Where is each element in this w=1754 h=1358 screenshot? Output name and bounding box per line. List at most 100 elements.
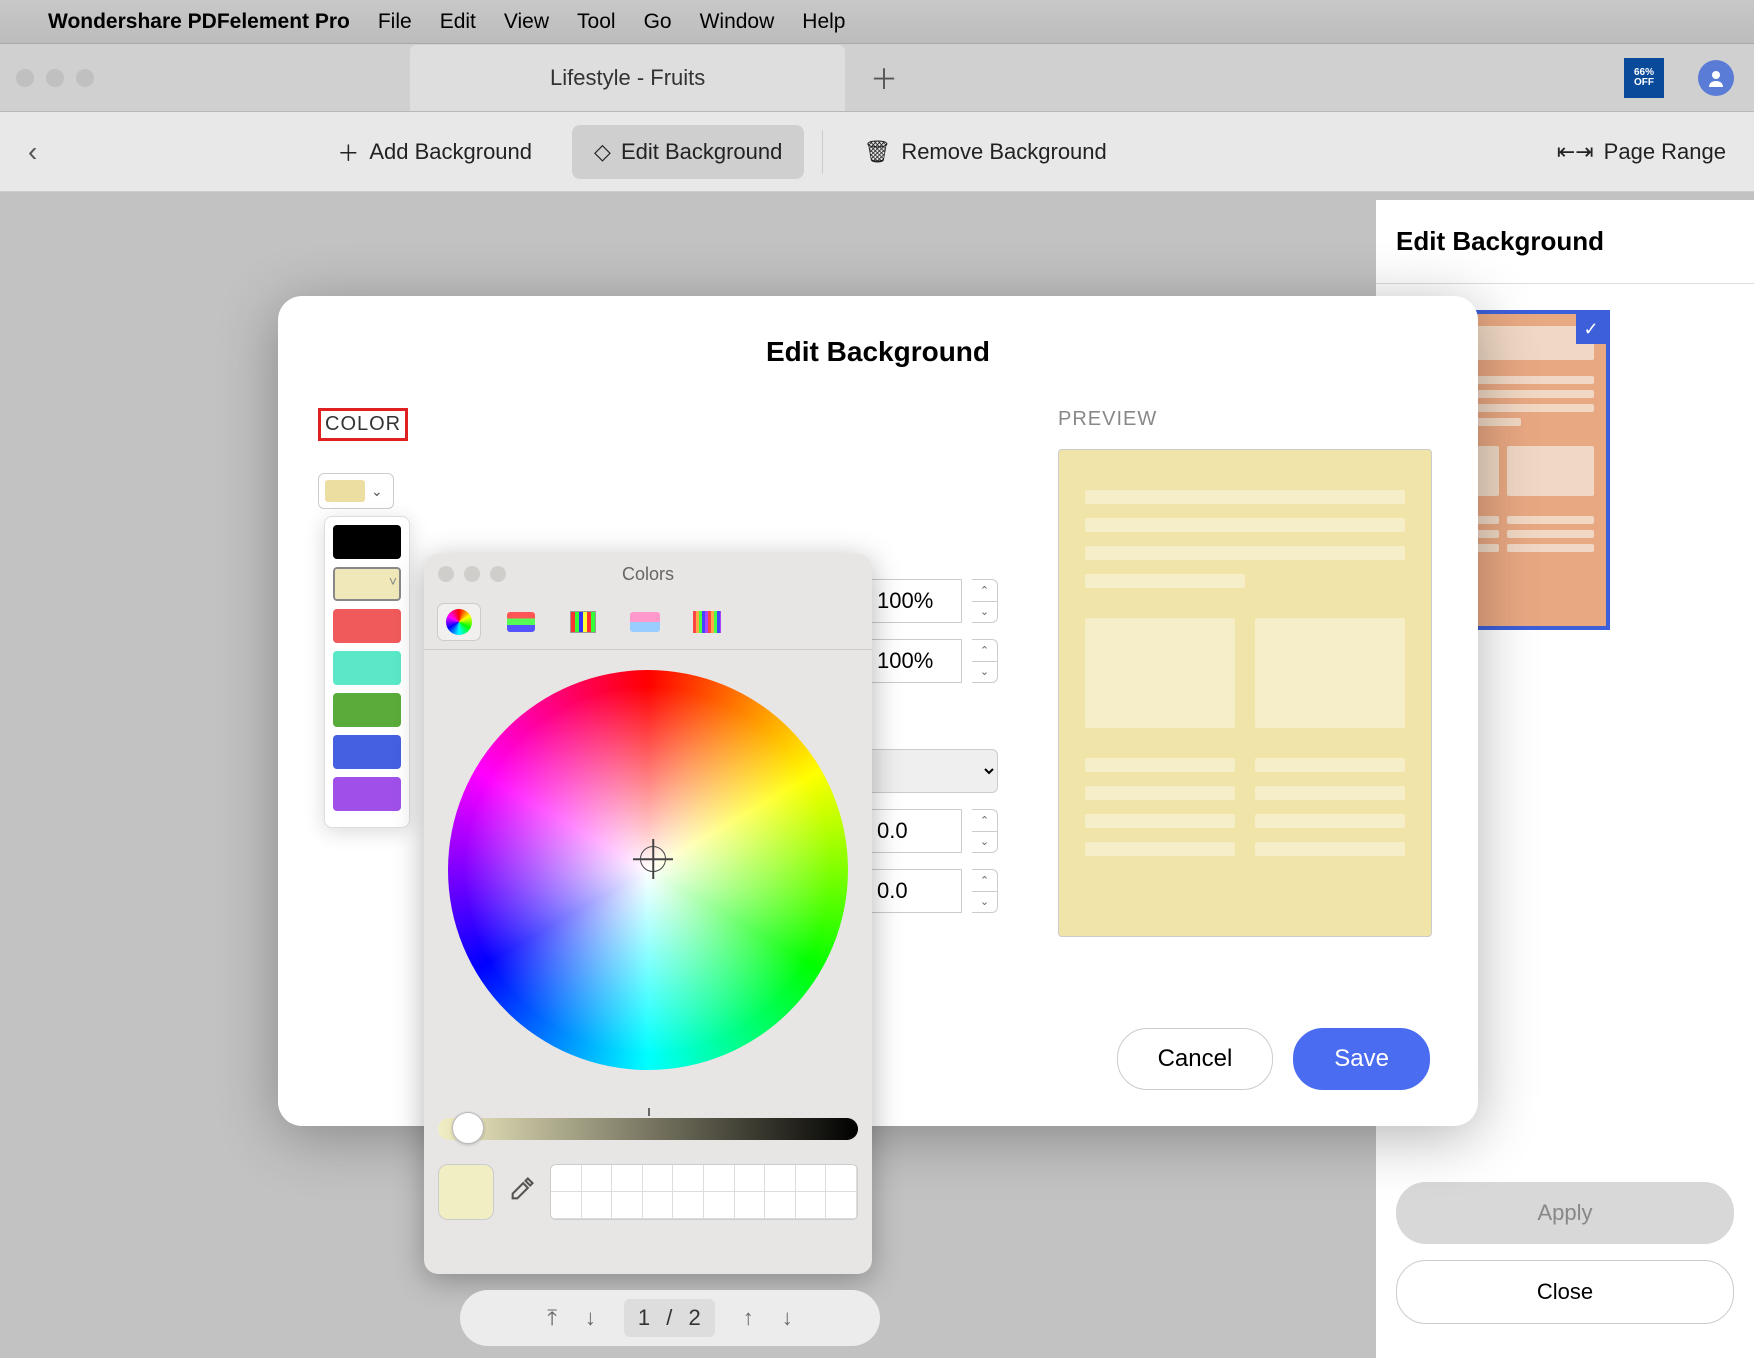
swatch-cell[interactable] (796, 1192, 827, 1219)
edit-background-button[interactable]: ◇ Edit Background (572, 125, 804, 179)
swatch-cell[interactable] (735, 1192, 766, 1219)
swatch-cell[interactable] (673, 1192, 704, 1219)
color-swatch[interactable] (333, 609, 401, 643)
remove-background-button[interactable]: 🗑 Remove Background (841, 125, 1128, 179)
chevron-down-icon: ⌄ (371, 483, 383, 500)
panel-title: Edit Background (1376, 200, 1754, 284)
promo-badge[interactable]: 66% OFF (1624, 58, 1664, 98)
menu-go[interactable]: Go (644, 10, 672, 34)
swatch-cell[interactable] (582, 1165, 613, 1192)
swatch-cell[interactable] (735, 1165, 766, 1192)
swatch-cell[interactable] (643, 1192, 674, 1219)
minimize-window-icon[interactable] (46, 69, 64, 87)
swatch-cell[interactable] (612, 1165, 643, 1192)
add-background-label: Add Background (369, 139, 532, 165)
pencils-icon (693, 611, 721, 633)
sliders-tab[interactable] (500, 604, 542, 640)
colorpicker-tabs (424, 594, 872, 650)
color-swatch[interactable] (333, 525, 401, 559)
new-tab-button[interactable]: ＋ (870, 58, 898, 98)
brightness-knob[interactable] (452, 1112, 484, 1144)
document-tab[interactable]: Lifestyle - Fruits (410, 45, 845, 111)
crosshair-icon[interactable] (640, 846, 666, 872)
selected-check-icon: ✓ (1576, 314, 1606, 344)
apply-button[interactable]: Apply (1396, 1182, 1734, 1244)
scale-stepper[interactable]: ⌃⌄ (972, 639, 998, 683)
menu-file[interactable]: File (378, 10, 412, 34)
vertical-input[interactable] (866, 869, 962, 913)
color-section-label: COLOR (318, 408, 408, 441)
close-window-icon[interactable] (16, 69, 34, 87)
color-wheel[interactable] (448, 670, 848, 1070)
swatch-cell[interactable] (704, 1192, 735, 1219)
selected-color-swatch (325, 480, 365, 502)
swatch-cell[interactable] (551, 1192, 582, 1219)
menu-view[interactable]: View (504, 10, 549, 34)
swatch-cell[interactable] (826, 1165, 857, 1192)
swatch-cell[interactable] (704, 1165, 735, 1192)
window-controls (0, 69, 94, 87)
page-range-button[interactable]: ⇤⇥ Page Range (1557, 139, 1726, 165)
swatch-cell[interactable] (582, 1192, 613, 1219)
opacity-stepper[interactable]: ⌃⌄ (972, 579, 998, 623)
user-avatar-icon[interactable] (1698, 60, 1734, 96)
saved-swatches-grid[interactable] (550, 1164, 858, 1220)
swatch-cell[interactable] (612, 1192, 643, 1219)
background-toolbar: ‹ ＋ Add Background ◇ Edit Background 🗑 R… (0, 112, 1754, 192)
horizontal-input[interactable] (866, 809, 962, 853)
swatch-cell[interactable] (826, 1192, 857, 1219)
system-color-picker: Colors (424, 554, 872, 1274)
color-dropdown[interactable]: ⌄ (318, 473, 394, 509)
separator (822, 130, 823, 174)
image-icon (630, 612, 660, 632)
prev-page-icon[interactable]: ↓ (585, 1305, 596, 1331)
last-page-icon[interactable]: ↓ (782, 1305, 793, 1331)
app-name[interactable]: Wondershare PDFelement Pro (48, 10, 350, 34)
edit-icon: ◇ (594, 139, 611, 165)
opacity-input[interactable] (866, 579, 962, 623)
vertical-stepper[interactable]: ⌃⌄ (972, 869, 998, 913)
color-swatch[interactable] (333, 651, 401, 685)
save-button[interactable]: Save (1293, 1028, 1430, 1090)
cancel-button[interactable]: Cancel (1117, 1028, 1274, 1090)
horizontal-stepper[interactable]: ⌃⌄ (972, 809, 998, 853)
dialog-title: Edit Background (318, 336, 1438, 368)
zoom-window-icon[interactable] (76, 69, 94, 87)
first-page-icon[interactable]: ⤒ (547, 1305, 557, 1331)
preview-section-label: PREVIEW (1058, 408, 1438, 431)
close-button[interactable]: Close (1396, 1260, 1734, 1324)
palette-tab[interactable] (562, 604, 604, 640)
color-wheel-icon (446, 609, 472, 635)
back-button[interactable]: ‹ (28, 136, 37, 168)
mac-menubar: Wondershare PDFelement Pro File Edit Vie… (0, 0, 1754, 44)
menu-window[interactable]: Window (700, 10, 775, 34)
wheel-tab[interactable] (438, 604, 480, 640)
swatch-cell[interactable] (643, 1165, 674, 1192)
pencils-tab[interactable] (686, 604, 728, 640)
plus-icon: ＋ (337, 136, 359, 168)
color-swatch[interactable] (333, 693, 401, 727)
eyedropper-icon[interactable] (508, 1175, 536, 1210)
swatch-cell[interactable] (765, 1192, 796, 1219)
swatch-cell[interactable] (765, 1165, 796, 1192)
palette-icon (570, 611, 596, 633)
scale-input[interactable] (866, 639, 962, 683)
image-tab[interactable] (624, 604, 666, 640)
sliders-icon (507, 612, 535, 632)
menu-help[interactable]: Help (802, 10, 845, 34)
trash-icon: 🗑 (863, 139, 891, 165)
swatch-cell[interactable] (796, 1165, 827, 1192)
add-background-button[interactable]: ＋ Add Background (315, 122, 554, 182)
remove-background-label: Remove Background (901, 139, 1106, 165)
color-swatch[interactable] (333, 735, 401, 769)
slider-tick (648, 1108, 650, 1116)
next-page-icon[interactable]: ↑ (743, 1305, 754, 1331)
swatch-cell[interactable] (673, 1165, 704, 1192)
brightness-slider[interactable] (438, 1118, 858, 1140)
current-page: 1 (638, 1305, 650, 1330)
color-swatch[interactable] (333, 777, 401, 811)
menu-edit[interactable]: Edit (440, 10, 476, 34)
swatch-cell[interactable] (551, 1165, 582, 1192)
color-swatch[interactable] (333, 567, 401, 601)
menu-tool[interactable]: Tool (577, 10, 616, 34)
